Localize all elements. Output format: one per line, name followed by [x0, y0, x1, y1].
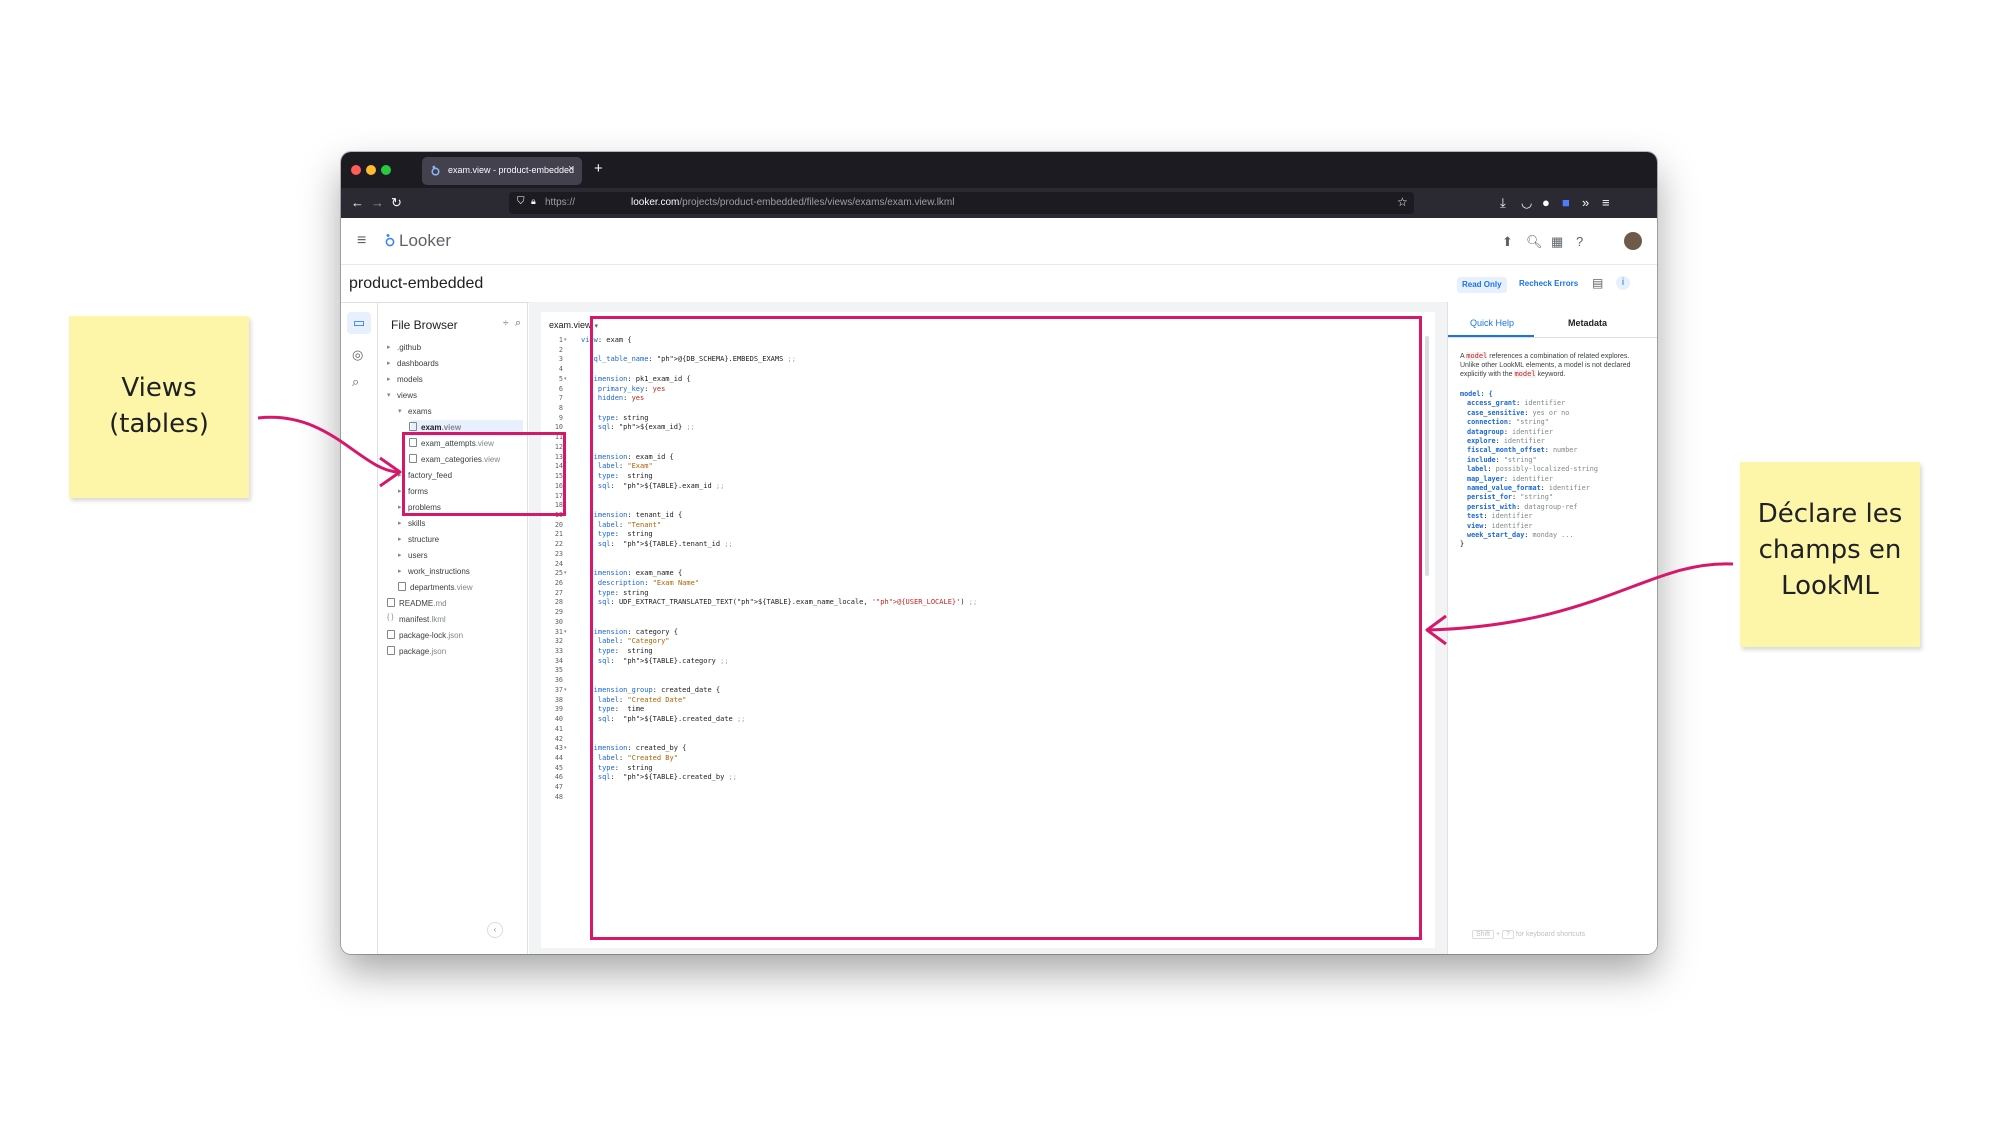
annotation-arrows: [257, 415, 1734, 646]
declare-arrow: [1427, 562, 1734, 632]
views-arrow: [257, 415, 399, 474]
